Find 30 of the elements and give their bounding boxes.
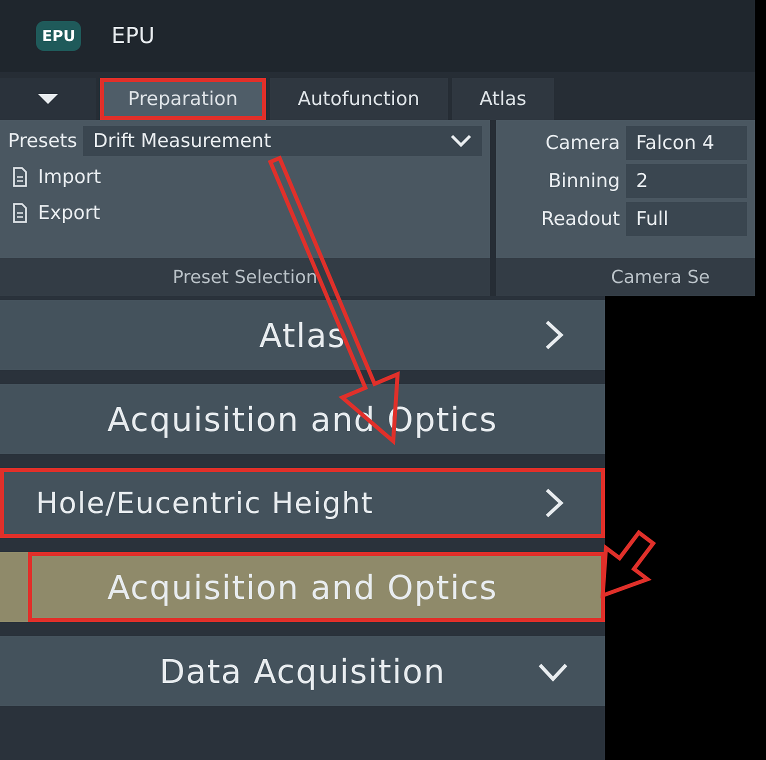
- sidebar-item[interactable]: Data Acquisition: [0, 636, 605, 706]
- sidebar-item[interactable]: Atlas: [0, 300, 605, 370]
- value-field[interactable]: Full: [626, 202, 747, 236]
- file-action-button[interactable]: Export: [8, 198, 104, 228]
- preset-dropdown[interactable]: Drift Measurement: [83, 126, 482, 156]
- sidebar-item[interactable]: Hole/Eucentric Height: [0, 468, 605, 538]
- field-label: Readout: [540, 208, 620, 230]
- dropdown-button[interactable]: [0, 78, 96, 120]
- app-logo: EPU: [36, 21, 82, 51]
- item-label: Acquisition and Optics: [107, 568, 498, 606]
- item-label: Atlas: [259, 316, 346, 354]
- file-icon: [12, 167, 28, 187]
- file-action-button[interactable]: Import: [8, 162, 106, 192]
- arrow: [600, 530, 656, 598]
- group-label: Preset Selection: [0, 258, 490, 296]
- group-label: Camera Se: [496, 258, 755, 296]
- chevron-down-icon: [450, 134, 472, 148]
- value-field[interactable]: Falcon 4: [626, 126, 747, 160]
- field-label: Binning: [547, 170, 620, 192]
- tab[interactable]: Preparation: [100, 78, 266, 120]
- value-field[interactable]: 2: [626, 164, 747, 198]
- item-label: Hole/Eucentric Height: [36, 486, 374, 520]
- file-icon: [12, 203, 28, 223]
- window-title: EPU: [111, 24, 155, 48]
- tab[interactable]: Autofunction: [270, 78, 448, 120]
- field-label: Camera: [544, 132, 620, 154]
- presets-label: Presets: [8, 130, 78, 152]
- tab[interactable]: Atlas: [452, 78, 554, 120]
- triangle-icon: [37, 93, 59, 105]
- item-label: Data Acquisition: [159, 652, 446, 690]
